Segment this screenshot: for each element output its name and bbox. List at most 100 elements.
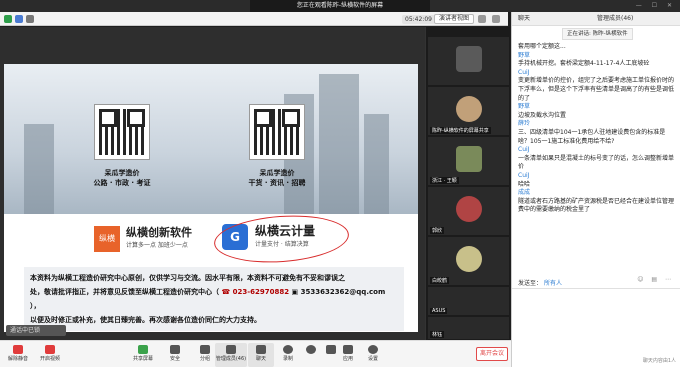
video-tile[interactable]: ASUS — [428, 287, 509, 315]
settings-button[interactable]: 设置 — [360, 343, 386, 367]
leave-meeting-button[interactable]: 离开会议 — [476, 347, 508, 361]
message-text: 变更新增单价的控价，组完了之后要考虑施工单位报价时的下浮率么，但是这个下浮率有些… — [518, 77, 675, 102]
meeting-timer: 05:42:09 — [402, 15, 435, 24]
viewing-banner: 您正在观看陈昨-纵横软件的屏幕 — [250, 0, 430, 12]
chat-message: 套用哪个定额这... — [518, 43, 675, 52]
video-off-icon — [45, 345, 55, 354]
info-icon[interactable] — [15, 15, 23, 23]
shared-screen: 呆瓜学造价 公路 · 市政 · 考证 呆瓜学造价 干货 · 资讯 · 招聘 纵横… — [0, 27, 425, 340]
message-text: 哈哈 — [518, 180, 531, 188]
fullscreen-icon[interactable] — [478, 15, 486, 23]
speaker-view-button[interactable]: 演讲者视图 — [434, 14, 475, 24]
video-tile[interactable]: 林钰 — [428, 317, 509, 339]
notice-line-2a: 处，敬请批评指正，并将意见反馈至纵横工程造价研究中心（ — [30, 288, 219, 296]
message-text: 一条清单如果只是混凝土的标号变了的话，怎么调整新增单价 — [518, 154, 675, 171]
participant-name: ASUS — [430, 308, 448, 314]
chat-panel: 聊天 管理成员(46) 正在讲话: 陈昨-纵横软件 套用哪个定额这... 野草手… — [511, 12, 680, 367]
chat-bubble-icon — [256, 345, 266, 354]
phone-icon: ☎ — [221, 288, 231, 296]
qr-code-left — [94, 104, 150, 160]
qq-icon: ▣ — [291, 288, 299, 296]
reaction-icon — [306, 345, 316, 354]
chat-message: 野草 边坡及截水沟位置 — [518, 103, 675, 120]
record-button[interactable]: 录制 — [275, 343, 301, 367]
tab-members[interactable]: 管理成员(46) — [597, 12, 633, 26]
notice-line-2: 处，敬请批评指正，并将意见反馈至纵横工程造价研究中心（ ☎ 023-629708… — [30, 285, 398, 313]
zongheng-innovation-logo: 纵横 纵横创新软件 计算多一点 加班少一点 — [94, 222, 214, 254]
logo1-mark: 纵横 — [94, 226, 120, 252]
mic-off-icon — [13, 345, 23, 354]
notice-phone: 023-62970882 — [232, 288, 290, 296]
chat-button[interactable]: 聊天 — [248, 343, 274, 367]
video-tile[interactable]: 陈昨-纵横软件的屏幕共享 — [428, 87, 509, 135]
video-tile[interactable] — [428, 37, 509, 85]
signal-icon[interactable] — [26, 15, 34, 23]
chat-tools[interactable]: ☺ ▤ ⋯ — [637, 276, 674, 283]
grid-icon — [200, 345, 210, 354]
message-sender[interactable]: 成成 — [518, 189, 675, 198]
presentation-slide: 呆瓜学造价 公路 · 市政 · 考证 呆瓜学造价 干货 · 资讯 · 招聘 纵横… — [4, 64, 418, 332]
send-to-label: 发送至： — [518, 280, 543, 287]
chat-header: 聊天 管理成员(46) — [512, 12, 680, 26]
button-label: 解除静音 — [7, 356, 28, 362]
chat-message: 成成 隧道或者石方路基的矿产资源税是否已经合在建设单位管理费中的需要缴纳的税金里了 — [518, 189, 675, 215]
message-sender[interactable]: 野草 — [518, 103, 675, 112]
video-tile[interactable]: 白皎鹤 — [428, 237, 509, 285]
unmute-button[interactable]: 解除静音 — [0, 343, 36, 367]
notice-line-2b: ）， — [30, 302, 41, 310]
send-to-selector[interactable]: 发送至： 所有人 — [518, 278, 562, 287]
window-controls[interactable]: — ☐ ✕ — [636, 0, 676, 12]
chat-message: 薛玲 三、四级清单中104一1承包人驻地建设费包含的标准是啥？105一1施工标准化… — [518, 120, 675, 146]
bottom-toolbar: 解除静音 开启视频 共享屏幕 安全 分组 管理成员(46) 聊天 录制 应用 设… — [0, 340, 511, 367]
notice-line-1: 本资料为纵横工程造价研究中心原创，仅供学习与交流。因水平有限，本资料不可避免有不… — [30, 274, 345, 282]
encryption-shield-icon[interactable] — [4, 15, 12, 23]
button-label: 应用 — [342, 356, 353, 362]
share-icon — [138, 345, 148, 354]
button-label: 录制 — [282, 356, 293, 362]
chat-message: CuiJ 哈哈 — [518, 172, 675, 189]
manage-members-button[interactable]: 管理成员(46) — [215, 343, 247, 367]
chat-message: 野草 手持机械开挖。套桥梁定额4-11-17-4人工底坡砼 — [518, 52, 675, 69]
message-sender[interactable]: 薛玲 — [518, 120, 675, 129]
qr-right-caption-1: 呆瓜学造价 — [259, 169, 295, 177]
logo-band: 纵横 纵横创新软件 计算多一点 加班少一点 G 纵横云计量 计量支付 · 结算决… — [4, 214, 418, 259]
participant-avatar — [456, 246, 482, 272]
participant-avatar — [456, 146, 482, 172]
notice-line-3: 以便及时修正或补充，使其日臻完善。再次感谢各位造价同仁的大力支持。 — [30, 316, 261, 324]
chat-message-list[interactable]: 套用哪个定额这... 野草 手持机械开挖。套桥梁定额4-11-17-4人工底坡砼 … — [512, 41, 680, 273]
title-bar: 您正在观看陈昨-纵横软件的屏幕 — ☐ ✕ — [0, 0, 680, 12]
button-label: 管理成员(46) — [215, 356, 247, 362]
apps-icon — [343, 345, 353, 354]
apps-button[interactable]: 应用 — [335, 343, 361, 367]
participant-name: 郭欣 — [430, 227, 445, 234]
message-sender[interactable]: CuiJ — [518, 172, 675, 181]
message-sender[interactable]: 野草 — [518, 52, 675, 61]
send-to-value[interactable]: 所有人 — [544, 280, 562, 287]
meeting-info-bar: 05:42:09 演讲者视图 — [0, 12, 508, 26]
button-label: 共享屏幕 — [132, 356, 153, 362]
copyright-notice: 本资料为纵横工程造价研究中心原创，仅供学习与交流。因水平有限，本资料不可避免有不… — [24, 267, 404, 331]
message-text: 隧道或者石方路基的矿产资源税是否已经合在建设单位管理费中的需要缴纳的税金里了 — [518, 197, 675, 214]
share-screen-button[interactable]: 共享屏幕 — [125, 343, 161, 367]
participant-avatar — [456, 46, 482, 72]
button-label: 设置 — [367, 356, 378, 362]
logo1-title: 纵横创新软件 — [126, 226, 192, 239]
chat-input[interactable] — [512, 288, 680, 346]
participant-name: 白皎鹤 — [430, 277, 450, 284]
start-video-button[interactable]: 开启视频 — [32, 343, 68, 367]
shield-icon — [170, 345, 180, 354]
people-icon — [226, 345, 236, 354]
tab-chat[interactable]: 聊天 — [518, 15, 530, 22]
video-tile[interactable]: 浙江 · 王颖 — [428, 137, 509, 185]
button-label: 开启视频 — [39, 356, 60, 362]
qr-right-caption-2: 干货 · 资讯 · 招聘 — [248, 179, 306, 187]
button-label: 安全 — [169, 356, 180, 362]
video-tile[interactable]: 郭欣 — [428, 187, 509, 235]
layout-icon[interactable] — [492, 15, 500, 23]
message-sender[interactable]: CuiJ — [518, 146, 675, 155]
participant-avatar — [456, 196, 482, 222]
message-text: 三、四级清单中104一1承包人驻地建设费包含的标准是啥？105一1施工标准化费用… — [518, 128, 666, 145]
record-icon — [283, 345, 293, 354]
qr-right-caption: 呆瓜学造价 干货 · 资讯 · 招聘 — [222, 168, 332, 188]
qr-left-caption: 呆瓜学造价 公路 · 市政 · 考证 — [67, 168, 177, 188]
